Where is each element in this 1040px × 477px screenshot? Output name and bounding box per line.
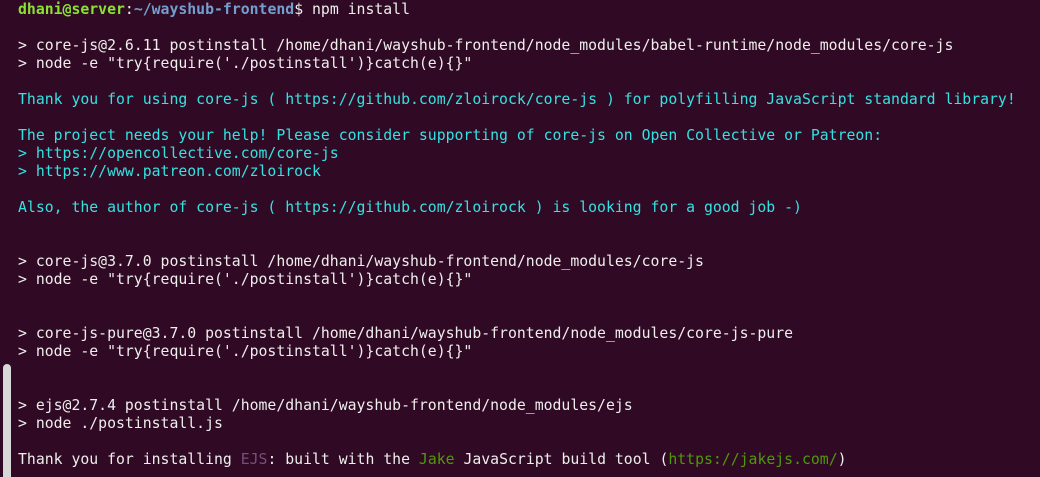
output-text: > node ./postinstall.js	[18, 415, 223, 432]
scrollbar-track[interactable]	[0, 0, 14, 477]
output-message: > https://opencollective.com/core-js	[18, 145, 339, 162]
output-line: > core-js@3.7.0 postinstall /home/dhani/…	[18, 253, 1040, 271]
output-highlight: https://jakejs.com/	[668, 451, 838, 468]
output-line: > core-js@2.6.11 postinstall /home/dhani…	[18, 37, 1040, 55]
output-line: Thank you for installing EJS: built with…	[18, 451, 1040, 469]
output-text: > node -e "try{require('./postinstall')}…	[18, 55, 473, 72]
output-line: The project needs your help! Please cons…	[18, 127, 1040, 145]
output-text: > node -e "try{require('./postinstall')}…	[18, 343, 473, 360]
output-line: > node -e "try{require('./postinstall')}…	[18, 343, 1040, 361]
output-line: > node -e "try{require('./postinstall')}…	[18, 55, 1040, 73]
output-text: Thank you for installing	[18, 451, 241, 468]
output-line: Thank you for using core-js ( https://gi…	[18, 91, 1040, 109]
output-line: > https://opencollective.com/core-js	[18, 145, 1040, 163]
prompt-working-directory: ~/wayshub-frontend	[133, 1, 295, 18]
output-text: JavaScript build tool (	[454, 451, 669, 468]
terminal-output[interactable]: dhani@server:~/wayshub-frontend$ npm ins…	[18, 1, 1040, 469]
prompt-line: dhani@server:~/wayshub-frontend$ npm ins…	[18, 1, 1040, 19]
prompt-command: :	[124, 1, 134, 18]
output-text: > core-js@3.7.0 postinstall /home/dhani/…	[18, 253, 704, 270]
prompt-user-host: dhani@server	[18, 1, 125, 18]
output-text: > node -e "try{require('./postinstall')}…	[18, 271, 473, 288]
output-line: Also, the author of core-js ( https://gi…	[18, 199, 1040, 217]
output-text: > core-js-pure@3.7.0 postinstall /home/d…	[18, 325, 794, 342]
scrollbar-thumb[interactable]	[3, 364, 11, 477]
output-text: )	[837, 451, 847, 468]
output-message: > https://www.patreon.com/zloirock	[18, 163, 321, 180]
output-line: > core-js-pure@3.7.0 postinstall /home/d…	[18, 325, 1040, 343]
prompt-command: $ npm install	[294, 1, 410, 18]
output-line: > ejs@2.7.4 postinstall /home/dhani/ways…	[18, 397, 1040, 415]
output-text: : built with the	[267, 451, 419, 468]
output-message: Thank you for using core-js ( https://gi…	[18, 91, 1016, 108]
output-line: > https://www.patreon.com/zloirock	[18, 163, 1040, 181]
output-text: > ejs@2.7.4 postinstall /home/dhani/ways…	[18, 397, 633, 414]
terminal-window[interactable]: dhani@server:~/wayshub-frontend$ npm ins…	[0, 0, 1040, 477]
output-message: The project needs your help! Please cons…	[18, 127, 883, 144]
output-text: > core-js@2.6.11 postinstall /home/dhani…	[18, 37, 954, 54]
output-highlight: Jake	[418, 451, 455, 468]
output-highlight: EJS	[240, 451, 268, 468]
output-line: > node ./postinstall.js	[18, 415, 1040, 433]
output-message: Also, the author of core-js ( https://gi…	[18, 199, 802, 216]
output-line: > node -e "try{require('./postinstall')}…	[18, 271, 1040, 289]
